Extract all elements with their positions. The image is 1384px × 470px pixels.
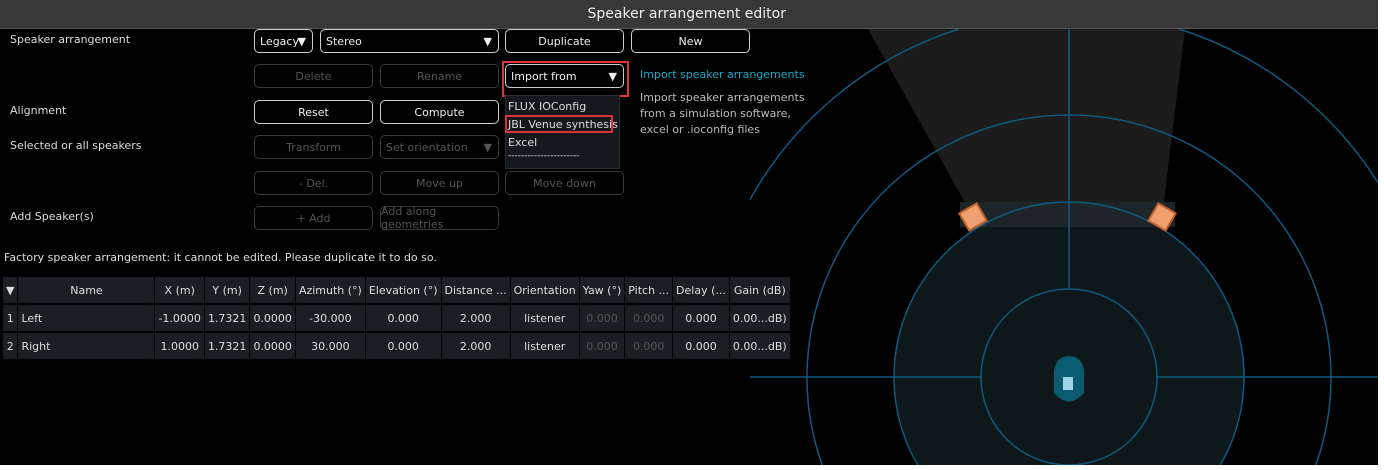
title-bar: Speaker arrangement editor [0, 0, 1378, 29]
table-cell[interactable]: Right [17, 332, 156, 361]
speaker-arrangement-label: Speaker arrangement [10, 33, 131, 46]
rename-button[interactable]: Rename [380, 64, 499, 88]
set-orientation-value: Set orientation [386, 140, 468, 154]
table-row[interactable]: 1 Left -1.0000 1.7321 0.0000 -30.000 0.000 2.00… [3, 304, 791, 333]
table-cell[interactable]: 30.000 [295, 332, 366, 361]
reset-button[interactable]: Reset [254, 100, 373, 124]
transform-button[interactable]: Transform [254, 135, 373, 159]
column-header[interactable]: Name [17, 277, 156, 305]
window-title: Speaker arrangement editor [587, 6, 786, 22]
column-header[interactable]: Distance ... [441, 277, 511, 305]
grid-circle [1178, 29, 1378, 184]
column-header[interactable]: Orientation [510, 277, 580, 305]
move-down-button[interactable]: Move down [505, 171, 624, 195]
chevron-down-icon: ▼ [297, 35, 306, 48]
legacy-dropdown[interactable]: Legacy ▼ [254, 29, 313, 53]
menu-separator: ---------------------- [508, 151, 580, 161]
column-header[interactable]: Yaw (°) [579, 277, 626, 305]
speakers-table: ▼ Name X (m) Y (m) Z (m) Azimuth (°) Elevation… [3, 277, 791, 361]
move-up-button[interactable]: Move up [380, 171, 499, 195]
column-header[interactable]: X (m) [154, 277, 205, 305]
table-cell[interactable]: listener [510, 332, 580, 361]
listener-icon [1054, 356, 1084, 402]
table-cell[interactable]: 1.0000 [154, 332, 205, 361]
table-cell[interactable]: 2.000 [441, 304, 511, 333]
table-cell[interactable]: 0.000 [672, 332, 730, 361]
table-cell[interactable]: 2.000 [441, 332, 511, 361]
table-cell[interactable]: 0.000 [672, 304, 730, 333]
highlight-box [505, 115, 613, 133]
table-cell[interactable]: 0.000 [579, 304, 626, 333]
table-cell[interactable]: 0.000 [624, 304, 674, 333]
column-header[interactable]: Pitch ... [624, 277, 674, 305]
compute-button[interactable]: Compute [380, 100, 499, 124]
highlight-box [502, 61, 629, 97]
speaker-arrangement-editor-window: Speaker arrangement editor Speaker arran… [0, 0, 1378, 465]
add-speakers-label: Add Speaker(s) [10, 210, 94, 223]
table-cell[interactable]: 2 [3, 332, 19, 361]
table-cell[interactable]: 0.000 [624, 332, 674, 361]
table-cell[interactable]: Left [17, 304, 156, 333]
table-cell[interactable]: 0.000 [365, 304, 442, 333]
table-cell[interactable]: 0.0000 [249, 332, 296, 361]
delete-button[interactable]: Delete [254, 64, 373, 88]
column-header[interactable]: Delay (... [672, 277, 730, 305]
sort-icon[interactable]: ▼ [3, 277, 19, 305]
add-along-geometries-button[interactable]: Add along geometries [380, 205, 499, 231]
table-cell[interactable]: -30.000 [295, 304, 366, 333]
column-header[interactable]: Elevation (°) [365, 277, 442, 305]
preset-value: Stereo [326, 34, 362, 48]
speaker-zone [960, 202, 1175, 227]
delete-speaker-button[interactable]: - Del. [254, 171, 373, 195]
chevron-down-icon: ▼ [483, 141, 492, 154]
table-cell[interactable]: 1.7321 [204, 332, 251, 361]
selected-speakers-label: Selected or all speakers [10, 139, 142, 152]
table-cell[interactable]: -1.0000 [154, 304, 205, 333]
table-cell[interactable]: 0.000 [579, 332, 626, 361]
preset-dropdown[interactable]: Stereo ▼ [320, 29, 499, 53]
set-orientation-dropdown[interactable]: Set orientation ▼ [380, 135, 499, 159]
legacy-value: Legacy [260, 34, 299, 48]
table-cell[interactable]: 1.7321 [204, 304, 251, 333]
table-cell[interactable]: 0.0000 [249, 304, 296, 333]
add-speaker-button[interactable]: + Add [254, 206, 373, 230]
table-cell[interactable]: 0.000 [365, 332, 442, 361]
duplicate-button[interactable]: Duplicate [505, 29, 624, 53]
column-header[interactable]: Azimuth (°) [295, 277, 366, 305]
new-button[interactable]: New [631, 29, 750, 53]
column-header[interactable]: Z (m) [249, 277, 296, 305]
speaker-beam [868, 29, 1185, 217]
factory-note: Factory speaker arrangement: it cannot b… [4, 251, 437, 264]
alignment-label: Alignment [10, 104, 67, 117]
speaker-layout-view[interactable] [750, 29, 1378, 465]
table-cell[interactable]: listener [510, 304, 580, 333]
table-row[interactable]: 2 Right 1.0000 1.7321 0.0000 30.000 0.000 2.000… [3, 332, 791, 361]
chevron-down-icon: ▼ [483, 35, 492, 48]
column-header[interactable]: Y (m) [204, 277, 251, 305]
menu-item-flux-ioconfig[interactable]: FLUX IOConfig [508, 100, 586, 113]
menu-item-excel[interactable]: Excel [508, 136, 537, 149]
table-cell[interactable]: 1 [3, 304, 19, 333]
